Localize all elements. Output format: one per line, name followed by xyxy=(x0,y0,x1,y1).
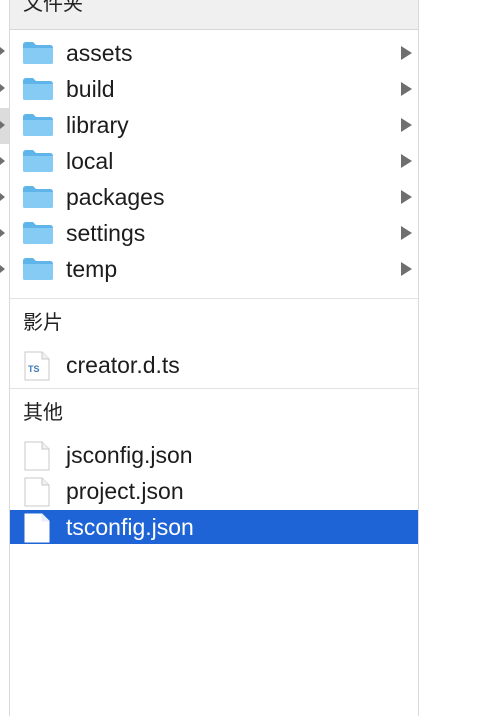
folder-row-assets[interactable]: assets xyxy=(10,36,418,70)
folder-label: local xyxy=(66,148,114,174)
folder-row-local[interactable]: local xyxy=(10,144,418,178)
folder-row-temp[interactable]: temp xyxy=(10,252,418,286)
folder-icon xyxy=(23,186,53,208)
folder-label: build xyxy=(66,76,115,102)
folder-row-settings[interactable]: settings xyxy=(10,216,418,250)
chevron-right-icon xyxy=(0,121,5,129)
file-row-tsconfig-json[interactable]: tsconfig.json xyxy=(10,510,418,544)
folder-icon xyxy=(23,42,53,64)
section-header-folders: 文件夹 xyxy=(10,0,418,30)
folder-row-packages[interactable]: packages xyxy=(10,180,418,214)
chevron-right-icon xyxy=(0,84,5,92)
chevron-right-icon[interactable] xyxy=(401,154,412,168)
document-icon xyxy=(24,441,50,471)
section-header-movies: 影片 xyxy=(23,312,63,334)
file-label: creator.d.ts xyxy=(66,352,180,378)
chevron-right-icon xyxy=(0,229,5,237)
chevron-right-icon[interactable] xyxy=(401,226,412,240)
chevron-right-icon xyxy=(0,265,5,273)
folder-icon xyxy=(23,78,53,100)
file-row-project-json[interactable]: project.json xyxy=(10,474,418,508)
file-row-jsconfig-json[interactable]: jsconfig.json xyxy=(10,438,418,472)
file-label: jsconfig.json xyxy=(66,442,193,468)
folder-row-build[interactable]: build xyxy=(10,72,418,106)
section-divider xyxy=(10,298,418,299)
section-divider xyxy=(10,388,418,389)
section-header-other: 其他 xyxy=(23,402,63,424)
folder-row-library[interactable]: library xyxy=(10,108,418,142)
folder-icon xyxy=(23,258,53,280)
document-icon xyxy=(24,513,50,543)
chevron-right-icon[interactable] xyxy=(401,262,412,276)
folder-icon xyxy=(23,222,53,244)
folder-label: library xyxy=(66,112,129,138)
finder-column: 文件夹 assets build library local packages … xyxy=(10,0,419,716)
folder-icon xyxy=(23,114,53,136)
folder-label: assets xyxy=(66,40,133,66)
folder-label: packages xyxy=(66,184,165,210)
file-label: tsconfig.json xyxy=(66,514,194,540)
previous-column[interactable] xyxy=(0,0,10,716)
chevron-right-icon xyxy=(0,157,5,165)
folder-label: settings xyxy=(66,220,146,246)
document-icon xyxy=(24,477,50,507)
chevron-right-icon[interactable] xyxy=(401,46,412,60)
folder-icon xyxy=(23,150,53,172)
chevron-right-icon xyxy=(0,193,5,201)
ts-badge: TS xyxy=(28,364,40,374)
chevron-right-icon[interactable] xyxy=(401,118,412,132)
chevron-right-icon xyxy=(0,47,5,55)
chevron-right-icon[interactable] xyxy=(401,190,412,204)
typescript-file-icon: TS xyxy=(24,351,50,381)
file-row-creator-d-ts[interactable]: TS creator.d.ts xyxy=(10,348,418,382)
folder-label: temp xyxy=(66,256,118,282)
file-label: project.json xyxy=(66,478,184,504)
chevron-right-icon[interactable] xyxy=(401,82,412,96)
